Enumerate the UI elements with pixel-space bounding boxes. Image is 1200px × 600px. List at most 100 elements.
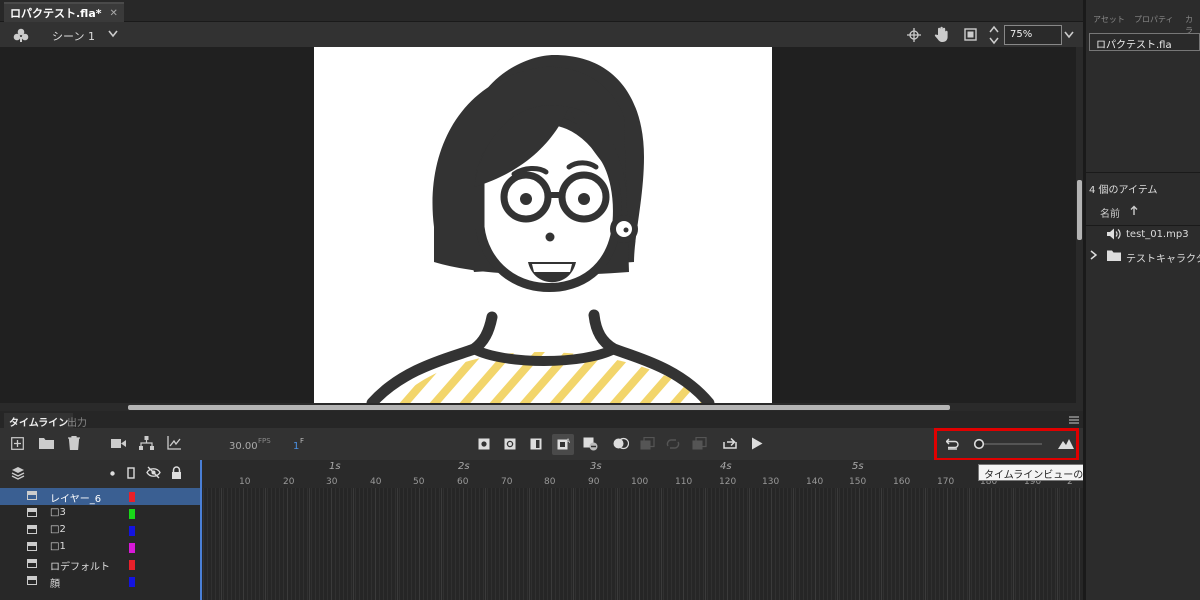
layer-row[interactable]: □3 [0,505,200,522]
auto-keyframe-icon: A [557,438,571,450]
ruler-frame-number: 110 [675,477,693,487]
ruler-frame-number: 40 [370,477,382,487]
ruler-frame-number: 20 [283,477,295,487]
ruler-frame-number: 90 [588,477,600,487]
panel-menu-icon[interactable] [1069,416,1079,424]
chevron-right-icon[interactable] [1090,250,1097,260]
insert-keyframe-icon[interactable] [478,438,490,450]
highlight-layers-icon[interactable] [110,471,115,476]
layer-type-icon [27,491,37,500]
ruler-second-label: 1s [329,461,341,472]
tab-properties[interactable]: プロパティ [1134,14,1174,25]
right-panel [1083,0,1200,600]
fps-unit: FPS [258,437,271,445]
layer-color-swatch[interactable] [129,543,135,553]
tab-assets[interactable]: アセット [1093,14,1125,25]
current-frame[interactable]: 1 [293,441,299,452]
ruler-frame-number: 100 [631,477,649,487]
layer-color-swatch[interactable] [129,509,135,519]
layer-color-swatch[interactable] [129,492,135,502]
name-column-header[interactable]: 名前 [1100,205,1120,220]
ruler-frame-number: 160 [893,477,911,487]
lock-icon[interactable] [171,466,182,479]
document-tab-bar [0,0,1083,22]
layer-type-icon [27,542,37,551]
graph-icon[interactable] [167,436,181,450]
layer-row[interactable]: 顔 [0,573,200,590]
layer-row[interactable]: □1 [0,539,200,556]
panel-divider [1086,172,1200,173]
ruler-frame-number: 130 [762,477,780,487]
horizontal-scroll-thumb[interactable] [128,405,950,410]
visibility-icon[interactable] [146,466,161,479]
timeline-tab-bar [0,411,1083,428]
new-layer-icon[interactable] [11,437,24,450]
edit-multiple-frames-icon [640,437,655,450]
layer-row[interactable]: ロデフォルト [0,556,200,573]
sync-icon [692,437,707,450]
scene-symbol-icon[interactable] [13,28,29,43]
tab-output[interactable]: 出力 [62,413,92,429]
ruler-frame-number: 150 [849,477,867,487]
ruler-frame-number: 80 [544,477,556,487]
center-stage-icon[interactable] [907,28,921,42]
layer-color-swatch[interactable] [129,560,135,570]
close-tab-icon[interactable]: ✕ [110,8,118,19]
layer-parenting-icon[interactable] [139,436,154,450]
stage-canvas[interactable] [314,47,772,403]
zoom-input[interactable]: 75% [1004,25,1062,45]
ruler-second-label: 4s [720,461,732,472]
ruler-frame-number: 30 [326,477,338,487]
library-file-select[interactable]: ロパクテスト.fla [1089,33,1200,51]
ruler-frame-number: 70 [501,477,513,487]
insert-frame-icon[interactable] [530,438,542,450]
play-icon[interactable] [751,437,763,450]
ruler-frame-number: 10 [239,477,251,487]
ruler-frame-number: 140 [806,477,824,487]
ruler-second-label: 5s [852,461,864,472]
chevron-down-icon[interactable] [108,30,118,38]
fps-value[interactable]: 30.00 [229,441,258,452]
character-illustration [366,55,715,403]
vertical-scroll-thumb[interactable] [1077,180,1082,240]
camera-icon[interactable] [111,438,126,449]
frames-grid[interactable] [200,488,1083,600]
ruler-frame-number: 50 [413,477,425,487]
layer-name: 顔 [50,579,60,590]
layer-name: ロデフォルト [50,562,110,573]
asset-item-sound[interactable]: test_01.mp3 [1126,229,1189,240]
item-count: 4 個のアイテム [1089,185,1158,196]
zoom-stepper-icon[interactable] [989,25,999,45]
zoom-dropdown-icon[interactable] [1064,31,1074,39]
list-divider [1086,225,1200,226]
outline-icon[interactable] [127,467,135,479]
hand-tool-icon[interactable] [934,26,950,43]
ruler-second-label: 2s [458,461,470,472]
insert-blank-keyframe-icon[interactable] [504,438,516,450]
document-tab-title: ロパクテスト.fla* [10,7,102,20]
delete-icon[interactable] [68,436,80,450]
clip-canvas-icon[interactable] [964,28,977,41]
layer-color-swatch[interactable] [129,526,135,536]
layer-name: □2 [50,524,66,535]
asset-item-folder[interactable]: テストキャラクター [1126,250,1200,265]
layers-icon[interactable] [11,466,25,480]
loop-playback-icon[interactable] [723,436,738,450]
speaker-icon [1107,228,1121,240]
document-tab[interactable]: ロパクテスト.fla* ✕ [4,2,124,22]
stage-area[interactable] [0,47,1076,403]
layer-name: □3 [50,507,66,518]
ruler-frame-number: 120 [719,477,737,487]
playhead[interactable] [200,460,202,600]
onion-skin-icon[interactable] [613,437,629,450]
scene-label[interactable]: シーン 1 [52,28,95,44]
layer-type-icon [27,508,37,517]
layer-row[interactable]: レイヤー_6 [0,488,200,505]
remove-frame-icon[interactable] [583,437,598,451]
layers-header [0,460,200,488]
sort-ascending-icon[interactable] [1130,205,1138,215]
new-folder-icon[interactable] [39,437,54,449]
layer-row[interactable]: □2 [0,522,200,539]
layer-color-swatch[interactable] [129,577,135,587]
highlight-box [934,428,1079,461]
